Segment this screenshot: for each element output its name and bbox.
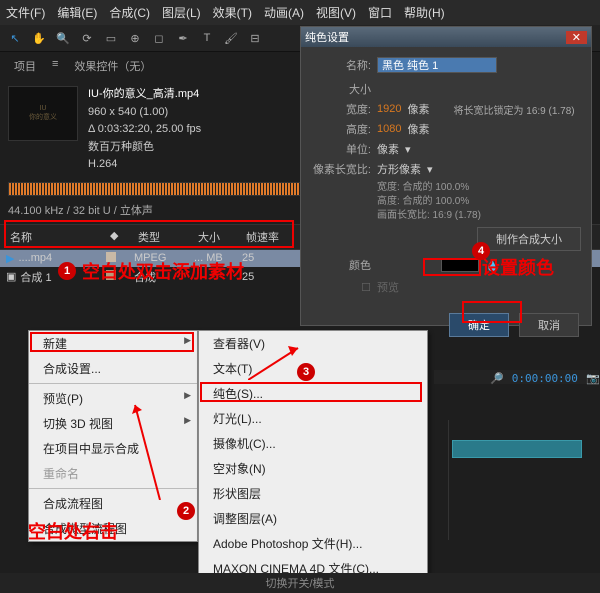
menubar: 文件(F) 编辑(E) 合成(C) 图层(L) 效果(T) 动画(A) 视图(V) 窗口帮助(… (0, 0, 600, 25)
solid-settings-dialog: 纯色设置 ✕ 名称: 大小 宽度:1920像素将长宽比锁定为 16:9 (1.7… (300, 26, 592, 326)
tab-effect-controls[interactable]: 效果控件（无） (64, 54, 161, 78)
timeline-clip[interactable] (452, 440, 582, 458)
menu-item[interactable]: 帮助(H) (404, 4, 445, 21)
stamp-tool-icon[interactable]: ⊟ (246, 29, 264, 47)
source-meta: IU-你的意义_高清.mp4 960 x 540 (1.00) Δ 0:03:3… (88, 86, 201, 174)
menu-item[interactable]: 动画(A) (264, 4, 304, 21)
brush-tool-icon[interactable]: 🖌 (222, 29, 240, 47)
menu-item[interactable]: 窗口 (368, 4, 392, 21)
ctx-item[interactable]: 查看器(V) (199, 331, 427, 356)
panel-menu-icon[interactable]: ≡ (48, 54, 62, 78)
height-value[interactable]: 1080 (377, 123, 401, 135)
width-value[interactable]: 1920 (377, 103, 401, 115)
annotation-badge-2: 2 (177, 502, 195, 520)
annotation-badge-3: 3 (297, 363, 315, 381)
play-icon: ▶ (6, 252, 14, 265)
ctx-item[interactable]: 形状图层 (199, 481, 427, 506)
annotation-box (200, 382, 422, 402)
cancel-button[interactable]: 取消 (519, 313, 579, 337)
ctx-item: 重命名 (29, 461, 197, 486)
ctx-item[interactable]: 空对象(N) (199, 456, 427, 481)
solid-name-input[interactable] (377, 57, 497, 73)
ctx-item[interactable]: 切换 3D 视图 (29, 411, 197, 436)
timeline-footer[interactable]: 切换开关/模式 (0, 573, 600, 593)
shape-tool-icon[interactable]: ◻ (150, 29, 168, 47)
menu-item[interactable]: 视图(V) (316, 4, 356, 21)
tab-project[interactable]: 项目 (4, 54, 46, 78)
menu-item[interactable]: 效果(T) (213, 4, 252, 21)
ctx-item[interactable]: 灯光(L)... (199, 406, 427, 431)
dialog-titlebar: 纯色设置 ✕ (301, 27, 591, 47)
annotation-box (423, 258, 481, 276)
unit-select[interactable]: 像素 (377, 141, 399, 157)
make-comp-size-button[interactable]: 制作合成大小 (477, 227, 581, 251)
timecode-display[interactable]: 0:00:00:00 (512, 372, 578, 385)
pen-tool-icon[interactable]: ✒ (174, 29, 192, 47)
anchor-tool-icon[interactable]: ⊕ (126, 29, 144, 47)
annotation-box (462, 301, 522, 323)
source-colors: 数百万种颜色 (88, 139, 201, 157)
source-codec: H.264 (88, 156, 201, 174)
ctx-item[interactable]: 调整图层(A) (199, 506, 427, 531)
source-title: IU-你的意义_高清.mp4 (88, 86, 201, 104)
annotation-badge-1: 1 (58, 262, 76, 280)
source-thumbnail: IU你的意义 (8, 86, 78, 141)
annotation-text: 设置颜色 (482, 254, 554, 280)
menu-item[interactable]: 图层(L) (162, 4, 201, 21)
annotation-box (4, 220, 294, 248)
zoom-tool-icon[interactable]: 🔍 (54, 29, 72, 47)
selection-tool-icon[interactable]: ↖ (6, 29, 24, 47)
menu-item[interactable]: 文件(F) (6, 4, 45, 21)
annotation-text: 空白处双击添加素材 (82, 258, 244, 284)
rotate-tool-icon[interactable]: ⟳ (78, 29, 96, 47)
preview-controls: 🔎 0:00:00:00 📷 (490, 372, 600, 385)
source-duration: Δ 0:03:32:20, 25.00 fps (88, 121, 201, 139)
ctx-item[interactable]: 在项目中显示合成 (29, 436, 197, 461)
ctx-item[interactable]: 摄像机(C)... (199, 431, 427, 456)
timeline-tracks (448, 420, 598, 540)
ctx-item[interactable]: Adobe Photoshop 文件(H)... (199, 531, 427, 556)
comp-icon: ▣ (6, 270, 16, 283)
menu-item[interactable]: 编辑(E) (57, 4, 97, 21)
par-select[interactable]: 方形像素 (377, 161, 421, 177)
ctx-item[interactable]: 预览(P) (29, 386, 197, 411)
close-icon[interactable]: ✕ (566, 31, 587, 44)
camera-tool-icon[interactable]: ▭ (102, 29, 120, 47)
ctx-item[interactable]: 合成设置... (29, 356, 197, 381)
text-tool-icon[interactable]: T (198, 29, 216, 47)
context-menu-main: 新建合成设置...预览(P)切换 3D 视图在项目中显示合成重命名合成流程图合成… (28, 330, 198, 542)
source-dims: 960 x 540 (1.00) (88, 104, 201, 122)
annotation-box (30, 332, 194, 352)
hand-tool-icon[interactable]: ✋ (30, 29, 48, 47)
menu-item[interactable]: 合成(C) (109, 4, 150, 21)
ctx-item[interactable]: 合成流程图 (29, 491, 197, 516)
camera-icon[interactable]: 📷 (586, 372, 600, 385)
annotation-text: 空白处右击 (28, 518, 118, 544)
